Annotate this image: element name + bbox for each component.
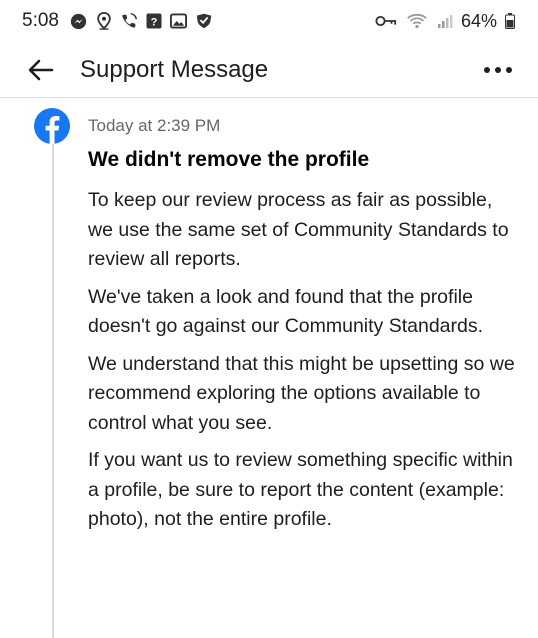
message-paragraph: If you want us to review something speci… <box>88 449 513 530</box>
gallery-icon <box>170 12 188 30</box>
message-paragraph: We've taken a look and found that the pr… <box>88 285 484 338</box>
status-bar-left: 5:08 ? <box>22 10 213 32</box>
support-message: Today at 2:39 PM We didn't remove the pr… <box>88 112 518 535</box>
facebook-logo-icon <box>34 108 70 144</box>
page-title: Support Message <box>80 55 269 83</box>
battery-percent: 64% <box>460 10 497 31</box>
thread-line <box>52 138 54 638</box>
messenger-icon <box>70 12 88 30</box>
status-bar-right: 64% <box>374 11 516 32</box>
back-arrow-icon <box>28 59 54 80</box>
signal-icon <box>436 12 454 30</box>
facebook-avatar <box>34 108 70 144</box>
message-paragraph: We understand that this might be upsetti… <box>88 352 515 434</box>
message-paragraph: To keep our review process as fair as po… <box>88 189 509 270</box>
message-timestamp: Today at 2:39 PM <box>88 116 221 135</box>
wifi-icon <box>405 12 429 30</box>
check-shield-icon <box>195 12 213 30</box>
back-button[interactable] <box>26 55 56 85</box>
battery-icon <box>504 12 516 30</box>
app-header: Support Message <box>0 42 538 98</box>
status-time: 5:08 <box>22 10 59 31</box>
key-icon <box>374 12 398 30</box>
svg-text:?: ? <box>151 17 158 29</box>
location-icon <box>95 12 113 30</box>
app-icon: ? <box>145 12 163 30</box>
wifi-call-icon <box>120 12 138 30</box>
more-dots-icon <box>484 66 512 73</box>
message-title: We didn't remove the profile <box>88 148 370 171</box>
status-bar: 5:08 ? 64% <box>0 0 538 42</box>
more-options-button[interactable] <box>480 55 516 85</box>
